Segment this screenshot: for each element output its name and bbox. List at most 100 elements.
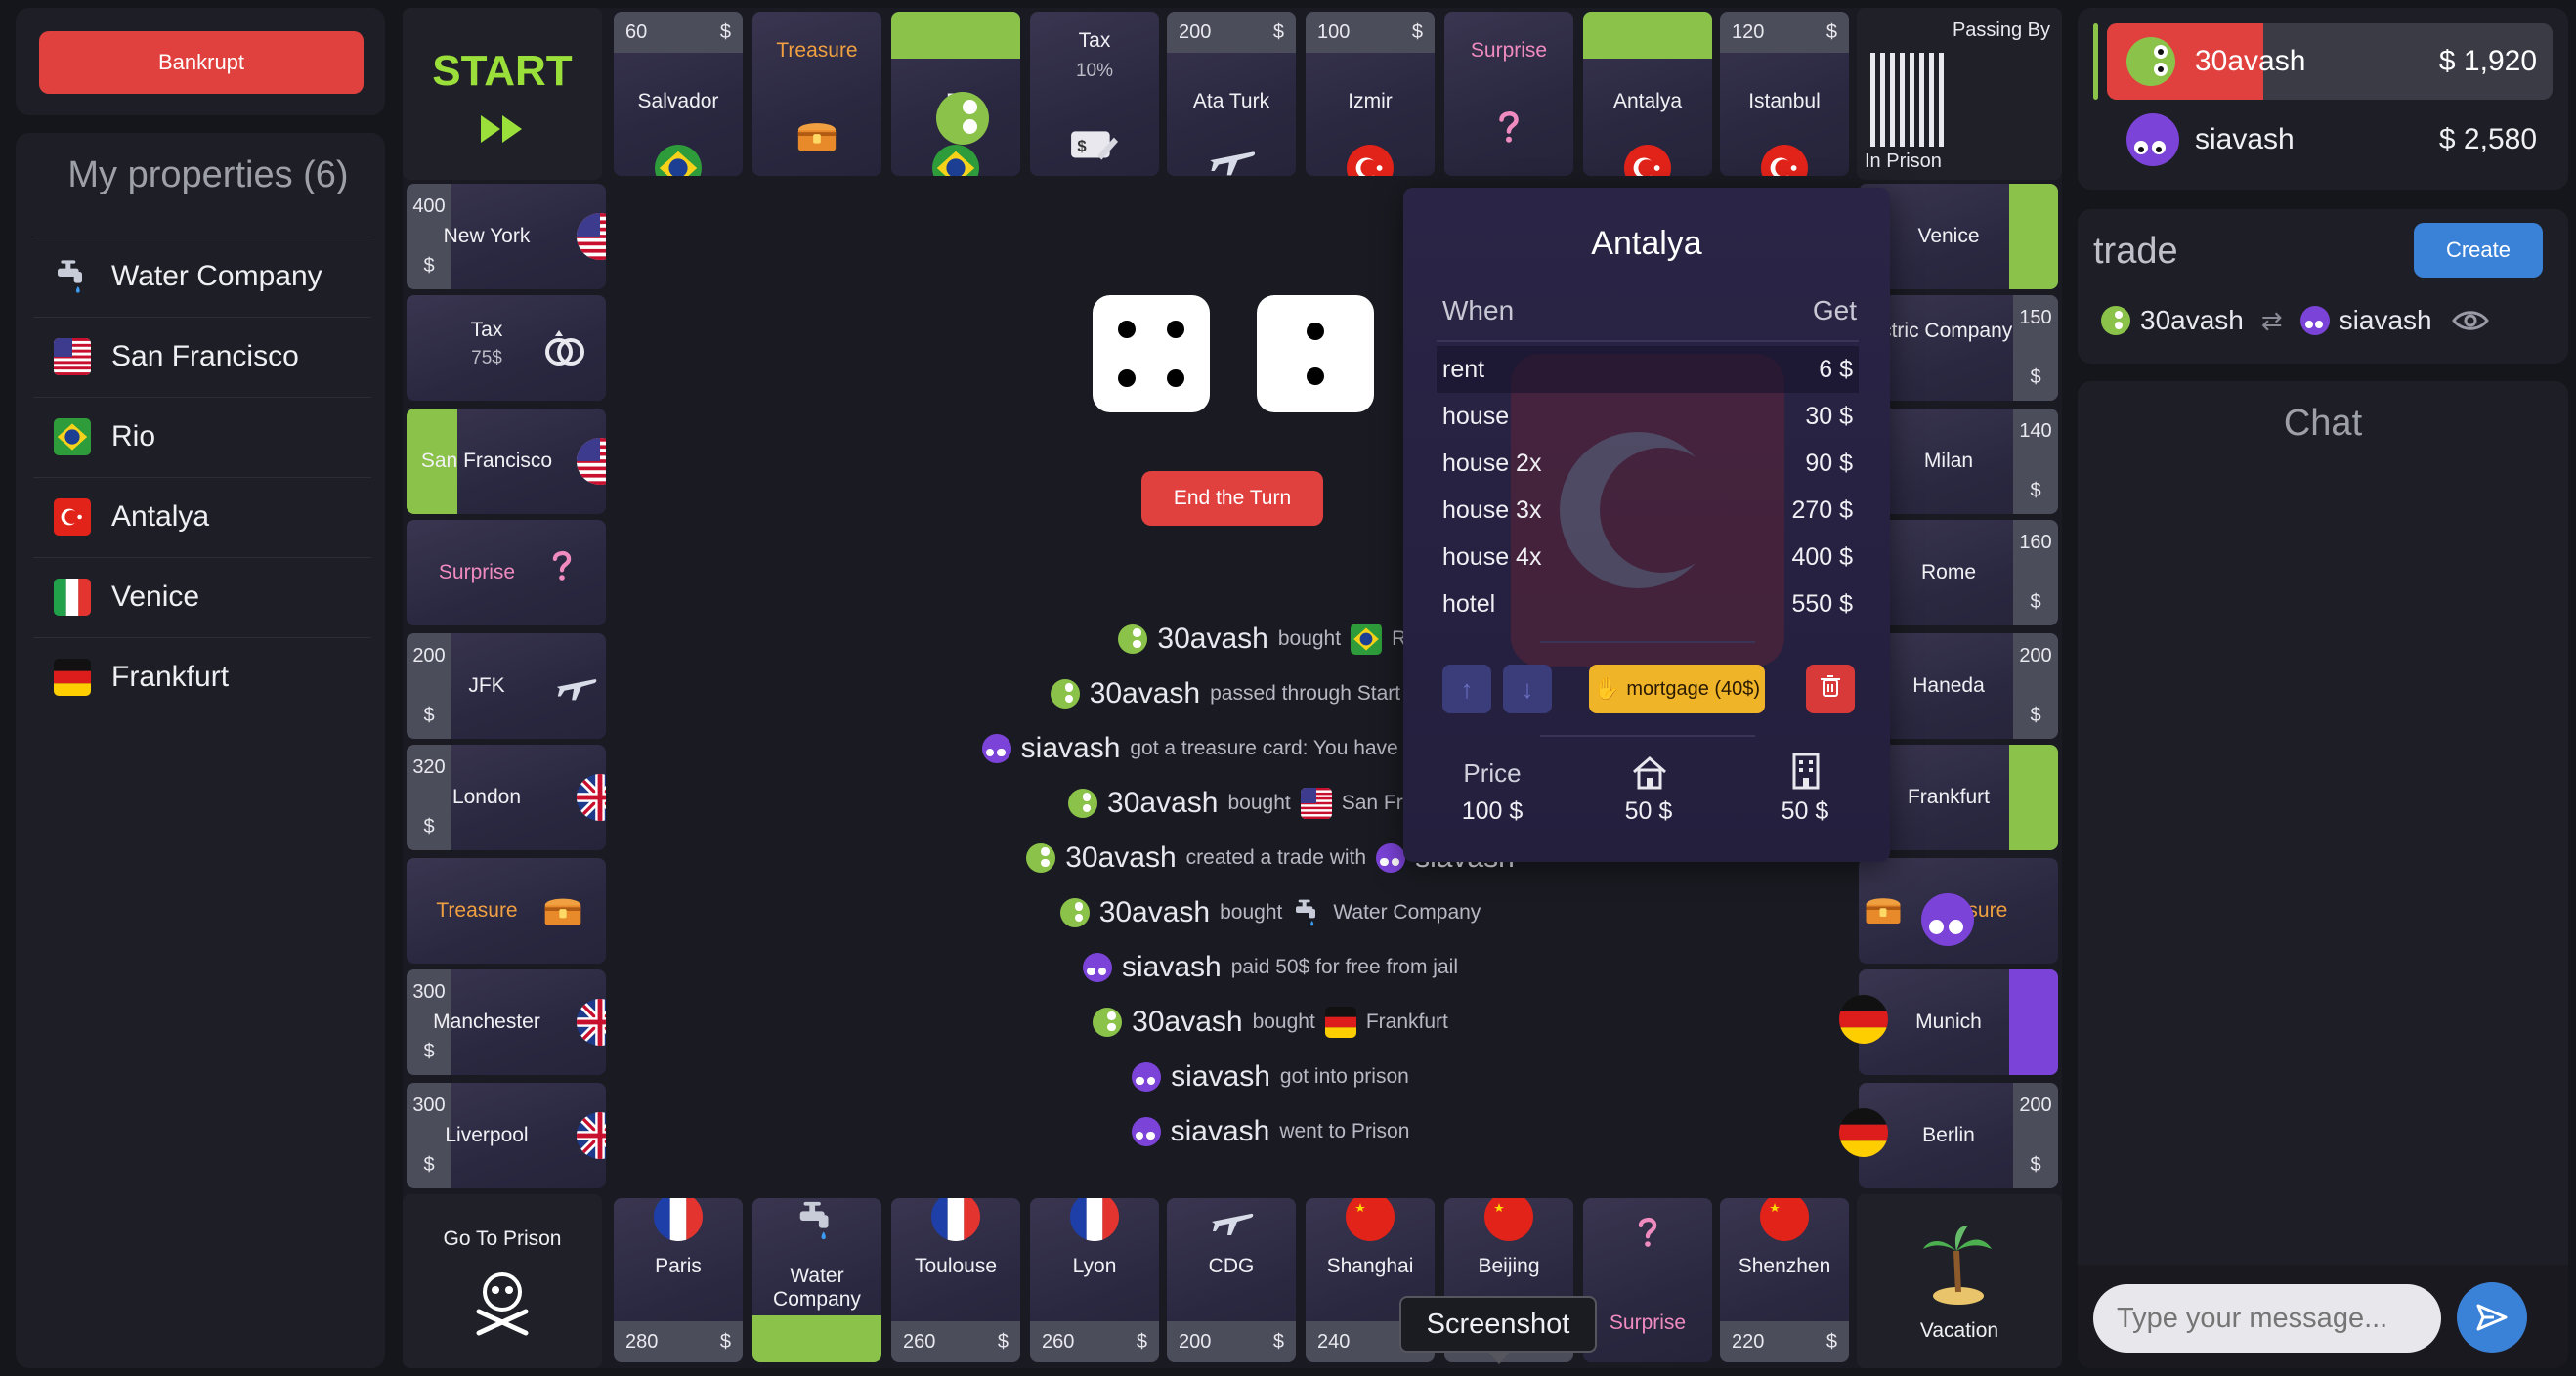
player-name: siavash — [2195, 123, 2295, 155]
tile-name: Beijing — [1478, 1255, 1540, 1277]
plane-icon — [1206, 133, 1257, 176]
trade-item[interactable]: 30avash ⇄ siavash — [2101, 299, 2531, 342]
property-item[interactable]: Rio — [33, 397, 371, 475]
board-tile-salvador[interactable]: 60 $ Salvador — [614, 12, 743, 176]
hotel-icon — [1792, 752, 1820, 790]
board-tile-istanbul[interactable]: 120 $ Istanbul — [1720, 12, 1849, 176]
trade-title: trade — [2093, 231, 2178, 272]
property-item[interactable]: Antalya — [33, 477, 371, 555]
treasure-chest-icon — [1863, 889, 1904, 935]
board-tile-treasure[interactable]: Treasure — [752, 12, 881, 176]
flag-uk-icon — [577, 774, 606, 826]
currency: $ — [423, 705, 435, 726]
tile-name: Manchester — [433, 1010, 540, 1033]
svg-text:$: $ — [1077, 137, 1087, 155]
delete-button[interactable] — [1806, 665, 1855, 713]
start-label: START — [432, 47, 573, 95]
currency: $ — [423, 1041, 435, 1062]
board-tile-surprise[interactable]: Surprise — [1583, 1198, 1712, 1362]
avatar — [2299, 306, 2330, 335]
property-label: Rio — [111, 419, 156, 452]
upgrade-button[interactable]: ↑ — [1442, 665, 1491, 713]
flag-brazil-icon — [932, 145, 979, 176]
die-2 — [1257, 295, 1374, 412]
send-icon — [2476, 1304, 2508, 1331]
board-tile-munich[interactable]: Munich — [1859, 969, 2058, 1075]
property-label: Venice — [111, 580, 200, 613]
property-item[interactable]: Venice — [33, 557, 371, 635]
avatar — [936, 92, 989, 145]
board-tile-lyon[interactable]: 260 $ Lyon — [1030, 1198, 1159, 1362]
player-row-30avash[interactable]: 30avash $ 1,920 — [2107, 23, 2553, 100]
board-tile-new-york[interactable]: 400 $ New York — [407, 184, 606, 289]
rent-amount: 550 $ — [1791, 589, 1853, 618]
bankrupt-button[interactable]: Bankrupt — [39, 31, 364, 94]
log-player: siavash — [1020, 732, 1121, 764]
trade-from: 30avash — [2140, 305, 2244, 335]
price-value: 240 — [1317, 1330, 1351, 1353]
hotel-cost: 50 $ — [1781, 797, 1829, 825]
property-item[interactable]: San Francisco — [33, 317, 371, 395]
board-tile-liverpool[interactable]: 300 $ Liverpool — [407, 1083, 606, 1188]
board-tile-shenzhen[interactable]: 220 $ Shenzhen — [1720, 1198, 1849, 1362]
board-tile-cdg[interactable]: 200 $ CDG — [1167, 1198, 1296, 1362]
currency: $ — [2030, 366, 2041, 388]
board-tile-paris[interactable]: 280 $ Paris — [614, 1198, 743, 1362]
board-tile-jfk[interactable]: 200 $ JFK — [407, 633, 606, 739]
board-tile-water-company[interactable]: Water Company — [752, 1198, 881, 1362]
chat-input[interactable] — [2093, 1284, 2441, 1353]
board-tile-surprise[interactable]: Surprise — [1444, 12, 1573, 176]
rent-row: house 4x 400 $ — [1437, 534, 1859, 580]
create-trade-button[interactable]: Create — [2414, 223, 2543, 278]
header-divider — [1437, 340, 1859, 342]
flag-uk-icon — [577, 1112, 606, 1164]
price-value: 400 — [412, 195, 446, 217]
send-button[interactable] — [2457, 1282, 2527, 1353]
board-tile-london[interactable]: 320 $ London — [407, 745, 606, 850]
rent-condition: house 3x — [1442, 495, 1542, 524]
board-tile-antalya[interactable]: Antalya — [1583, 12, 1712, 176]
rent-row: hotel 550 $ — [1437, 580, 1859, 627]
mortgage-hand-icon: ✋ — [1593, 676, 1621, 701]
rent-amount: 30 $ — [1805, 402, 1853, 430]
in-prison-label: In Prison — [1865, 150, 1942, 172]
currency: $ — [2030, 705, 2041, 726]
swap-icon: ⇄ — [2260, 305, 2283, 335]
avatar — [1093, 1008, 1123, 1037]
end-turn-button[interactable]: End the Turn — [1141, 471, 1323, 526]
board-tile-manchester[interactable]: 300 $ Manchester — [407, 969, 606, 1075]
eye-icon[interactable] — [2451, 308, 2489, 333]
board-tile-tax[interactable]: Tax 10% $ — [1030, 12, 1159, 176]
log-player: siavash — [1121, 951, 1222, 983]
tile-name: Toulouse — [914, 1255, 998, 1277]
board-tile-izmir[interactable]: 100 $ Izmir — [1306, 12, 1435, 176]
price-value: 150 — [2019, 307, 2052, 328]
board-tile-san-francisco[interactable]: San Francisco — [407, 408, 606, 514]
board-tile-tax[interactable]: Tax 75$ — [407, 295, 606, 401]
price-tag: 280 $ — [614, 1321, 743, 1362]
tile-name: Shanghai — [1326, 1255, 1414, 1277]
pawn-30avash — [936, 92, 989, 145]
board-tile-toulouse[interactable]: 260 $ Toulouse — [891, 1198, 1020, 1362]
board-tile-surprise[interactable]: Surprise — [407, 520, 606, 625]
property-item[interactable]: Water Company — [33, 236, 371, 315]
downgrade-button[interactable]: ↓ — [1503, 665, 1552, 713]
currency: $ — [2030, 480, 2041, 501]
rent-condition: rent — [1442, 355, 1485, 383]
log-action: created a trade with — [1185, 846, 1367, 869]
board-tile-ata-turk[interactable]: 200 $ Ata Turk — [1167, 12, 1296, 176]
board-tile-treasure[interactable]: Treasure — [407, 858, 606, 964]
player-row-siavash[interactable]: siavash $ 2,580 — [2107, 102, 2553, 178]
property-item[interactable]: Frankfurt — [33, 637, 371, 715]
rent-amount: 270 $ — [1791, 495, 1853, 524]
board-tile-berlin[interactable]: 200 $ Berlin — [1859, 1083, 2058, 1188]
flag-usa-icon — [577, 438, 606, 490]
question-mark-icon — [1631, 1216, 1664, 1254]
tile-name: Surprise — [1609, 1312, 1687, 1334]
prison-bars-icon — [1870, 53, 1944, 147]
price-tag: 260 $ — [1030, 1321, 1159, 1362]
tile-name: Paris — [655, 1255, 702, 1277]
mortgage-button[interactable]: ✋ mortgage (40$) — [1589, 665, 1765, 713]
flag-germany-icon — [1324, 1007, 1356, 1038]
tile-name: New York — [443, 225, 531, 247]
